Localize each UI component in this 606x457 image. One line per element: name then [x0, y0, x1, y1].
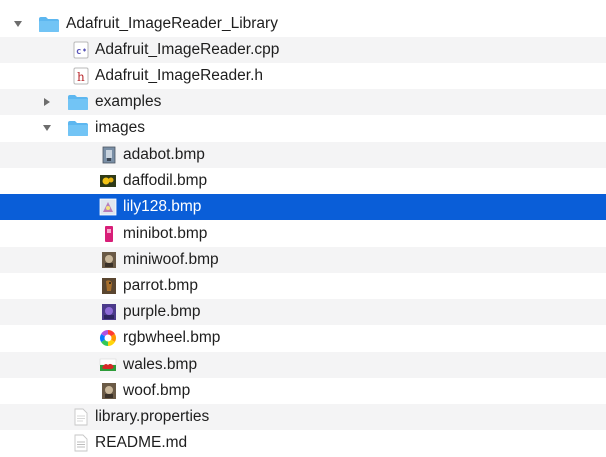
- image-file-icon: [99, 198, 117, 216]
- svg-text:h: h: [77, 70, 85, 84]
- folder-icon: [67, 93, 89, 111]
- folder-icon: [38, 15, 60, 33]
- svg-text:c: c: [76, 47, 81, 57]
- image-file-icon: [99, 172, 117, 190]
- text-file-icon: [72, 434, 90, 452]
- disclosure-collapsed-icon[interactable]: [41, 96, 53, 108]
- image-file-icon: [100, 277, 118, 295]
- tree-row-label: README.md: [95, 434, 188, 451]
- cpp-file-icon: c: [72, 41, 90, 59]
- image-file-icon: [99, 356, 117, 374]
- image-file-icon: [100, 303, 118, 321]
- tree-row-miniwoof[interactable]: miniwoof.bmp: [0, 247, 606, 273]
- tree-row-label: adabot.bmp: [123, 146, 205, 163]
- image-file-icon: [100, 225, 118, 243]
- tree-row-readme[interactable]: README.md: [0, 430, 606, 456]
- image-file-icon: [99, 329, 117, 347]
- tree-row-library-properties[interactable]: library.properties: [0, 404, 606, 430]
- tree-row-label: woof.bmp: [123, 382, 191, 399]
- tree-row-lily128[interactable]: lily128.bmp: [0, 194, 606, 220]
- tree-row-wales[interactable]: wales.bmp: [0, 352, 606, 378]
- header-file-icon: h: [72, 67, 90, 85]
- tree-row-label: rgbwheel.bmp: [123, 329, 221, 346]
- tree-row-label: library.properties: [95, 408, 210, 425]
- tree-row-label: purple.bmp: [123, 303, 201, 320]
- tree-row-label: images: [95, 119, 145, 136]
- disclosure-expanded-icon[interactable]: [12, 18, 24, 30]
- tree-row-daffodil[interactable]: daffodil.bmp: [0, 168, 606, 194]
- tree-row-h[interactable]: h Adafruit_ImageReader.h: [0, 63, 606, 89]
- tree-row-examples[interactable]: examples: [0, 89, 606, 115]
- tree-row-rgbwheel[interactable]: rgbwheel.bmp: [0, 325, 606, 351]
- tree-row-minibot[interactable]: minibot.bmp: [0, 221, 606, 247]
- tree-row-cpp[interactable]: c Adafruit_ImageReader.cpp: [0, 37, 606, 63]
- disclosure-expanded-icon[interactable]: [41, 122, 53, 134]
- image-file-icon: [100, 251, 118, 269]
- tree-row-label: Adafruit_ImageReader_Library: [66, 15, 278, 32]
- image-file-icon: [100, 382, 118, 400]
- tree-row-label: daffodil.bmp: [123, 172, 208, 189]
- file-tree: Adafruit_ImageReader_Library c Adafruit_…: [0, 0, 606, 457]
- tree-row-label: miniwoof.bmp: [123, 251, 219, 268]
- tree-row-adabot[interactable]: adabot.bmp: [0, 142, 606, 168]
- tree-row-label: parrot.bmp: [123, 277, 198, 294]
- tree-row-images[interactable]: images: [0, 115, 606, 141]
- tree-row-label: Adafruit_ImageReader.h: [95, 67, 264, 84]
- tree-row-label: examples: [95, 93, 162, 110]
- tree-row-label: Adafruit_ImageReader.cpp: [95, 41, 280, 58]
- text-file-icon: [72, 408, 90, 426]
- tree-row-label: minibot.bmp: [123, 225, 208, 242]
- tree-row-label: wales.bmp: [123, 356, 198, 373]
- image-file-icon: [100, 146, 118, 164]
- tree-row-root[interactable]: Adafruit_ImageReader_Library: [0, 11, 606, 37]
- tree-row-label: lily128.bmp: [123, 198, 202, 215]
- tree-row-parrot[interactable]: parrot.bmp: [0, 273, 606, 299]
- tree-row-woof[interactable]: woof.bmp: [0, 378, 606, 404]
- tree-row-purple[interactable]: purple.bmp: [0, 299, 606, 325]
- folder-icon: [67, 119, 89, 137]
